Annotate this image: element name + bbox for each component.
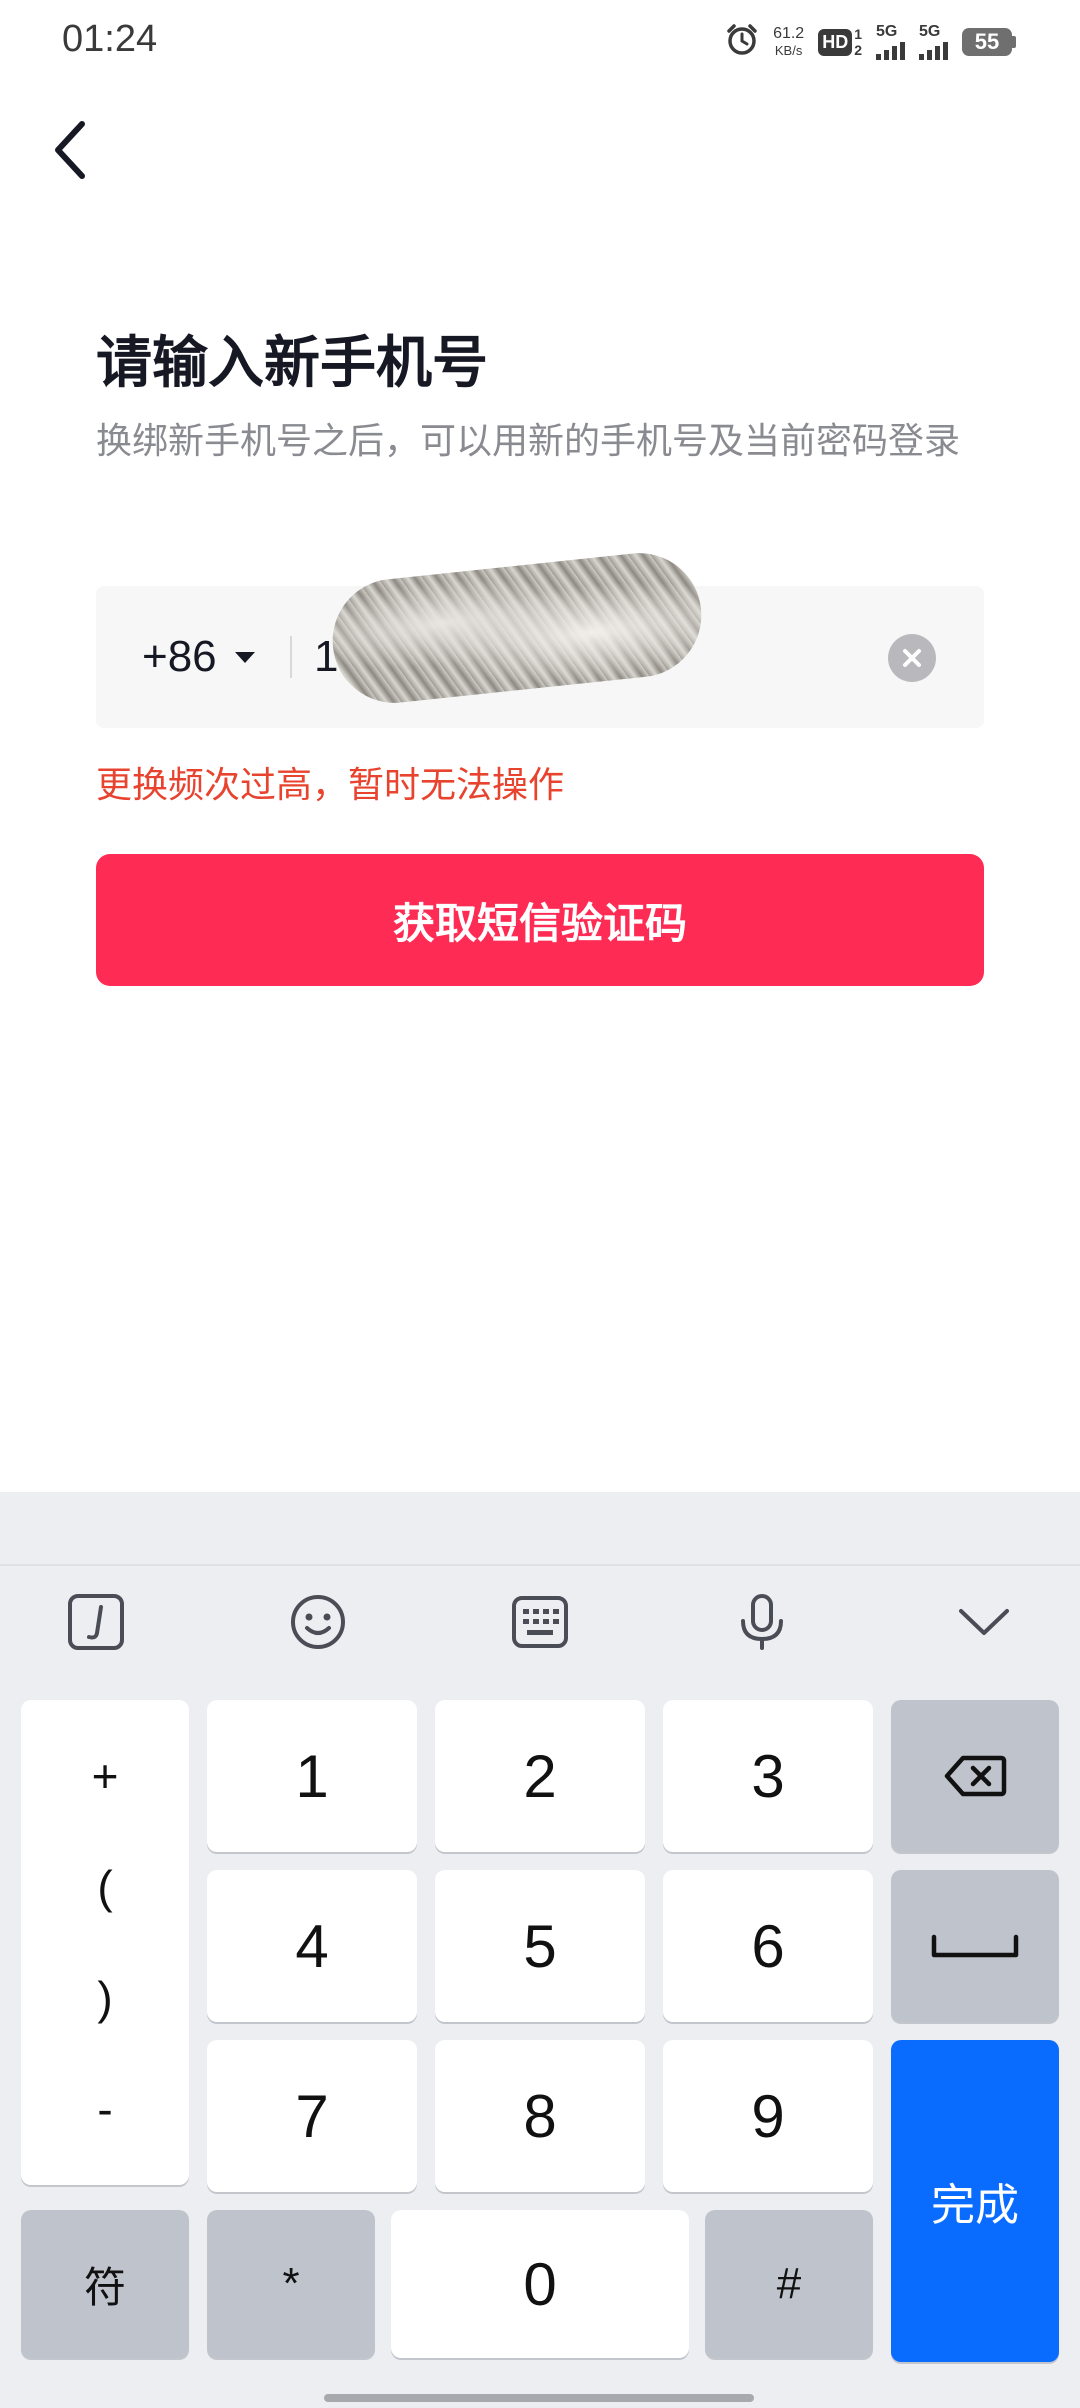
done-key[interactable]: 完成 — [891, 2040, 1059, 2362]
network-speed: 61.2 KB/s — [773, 25, 804, 59]
country-code-selector[interactable]: +86 — [142, 586, 255, 728]
battery-icon: 55 — [962, 28, 1016, 56]
sim2-network: 5G — [919, 23, 941, 40]
sim1-network: 5G — [876, 23, 898, 40]
hd-sim-top: 1 — [854, 26, 862, 42]
alarm-icon — [725, 23, 759, 61]
close-icon — [903, 649, 921, 667]
symbol-open-paren[interactable]: ( — [97, 1864, 112, 1910]
page-title: 请输入新手机号 — [96, 331, 488, 396]
keyboard-toolbar — [0, 1566, 1080, 1672]
page-subtitle: 换绑新手机号之后，可以用新的手机号及当前密码登录 — [96, 421, 961, 462]
keyboard: + ( ) - 1 2 3 4 5 6 7 8 9 完成 符 * 0 # — [0, 1492, 1080, 2408]
hd-voice-icon: HD 1 2 — [818, 26, 862, 58]
network-speed-value: 61.2 — [773, 25, 805, 42]
clear-button[interactable] — [888, 634, 936, 682]
key-3[interactable]: 3 — [663, 1700, 873, 1852]
keyboard-icon[interactable] — [510, 1592, 570, 1652]
star-key[interactable]: * — [207, 2210, 375, 2358]
symbols-key-column[interactable]: + ( ) - — [21, 1700, 189, 2185]
key-9[interactable]: 9 — [663, 2040, 873, 2192]
key-5[interactable]: 5 — [435, 1870, 645, 2022]
symbol-plus[interactable]: + — [92, 1753, 119, 1799]
status-bar: 01:24 61.2 KB/s HD 1 2 5G 5G 55 — [0, 0, 1080, 84]
key-2[interactable]: 2 — [435, 1700, 645, 1852]
handwriting-icon[interactable] — [66, 1592, 126, 1652]
get-sms-code-button[interactable]: 获取短信验证码 — [96, 854, 984, 986]
chevron-left-icon — [55, 121, 85, 179]
microphone-icon[interactable] — [732, 1592, 792, 1652]
country-code: +86 — [142, 632, 217, 681]
phone-field: +86 — [96, 547, 984, 728]
battery-level: 55 — [962, 28, 1012, 56]
symbol-switch-key[interactable]: 符 — [21, 2210, 189, 2358]
back-button[interactable] — [40, 110, 100, 190]
key-7[interactable]: 7 — [207, 2040, 417, 2192]
space-key[interactable] — [891, 1870, 1059, 2022]
key-0[interactable]: 0 — [391, 2210, 689, 2358]
key-6[interactable]: 6 — [663, 1870, 873, 2022]
error-message: 更换频次过高，暂时无法操作 — [96, 765, 565, 806]
symbol-close-paren[interactable]: ) — [97, 1975, 112, 2021]
emoji-icon[interactable] — [288, 1592, 348, 1652]
status-time: 01:24 — [62, 18, 158, 60]
hash-key[interactable]: # — [705, 2210, 873, 2358]
status-icons: 61.2 KB/s HD 1 2 5G 5G 55 — [725, 20, 1016, 64]
space-icon — [931, 1934, 1019, 1958]
backspace-key[interactable] — [891, 1700, 1059, 1852]
symbol-minus[interactable]: - — [97, 2086, 112, 2132]
keyboard-top-bar — [0, 1492, 1080, 1566]
signal-icon-sim2: 5G — [919, 24, 948, 60]
signal-icon-sim1: 5G — [876, 24, 905, 60]
network-speed-unit: KB/s — [774, 43, 803, 58]
field-divider — [290, 636, 292, 678]
home-indicator[interactable] — [324, 2394, 754, 2402]
key-4[interactable]: 4 — [207, 1870, 417, 2022]
key-8[interactable]: 8 — [435, 2040, 645, 2192]
backspace-icon — [944, 1755, 1007, 1797]
hd-label: HD — [818, 28, 853, 56]
caret-down-icon — [234, 651, 255, 663]
chevron-down-icon[interactable] — [954, 1592, 1014, 1652]
key-1[interactable]: 1 — [207, 1700, 417, 1852]
hd-sim-bottom: 2 — [854, 42, 862, 58]
